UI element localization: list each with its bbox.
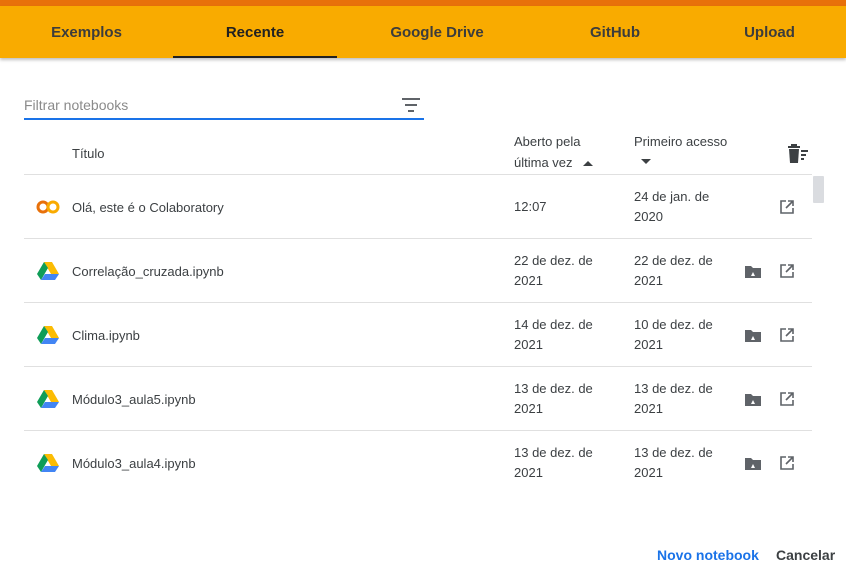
open-in-new-tab-icon[interactable] (779, 391, 795, 407)
filter-input[interactable] (24, 92, 384, 118)
sort-ascending-icon (582, 161, 593, 167)
last-opened-cell: 14 de dez. de 2021 (514, 303, 614, 367)
notebook-title[interactable]: Correlação_cruzada.ipynb (72, 239, 224, 303)
last-opened-cell: 22 de dez. de 2021 (514, 239, 614, 303)
last-opened-line1: 12:07 (514, 199, 547, 214)
clear-recent-trash-icon[interactable] (786, 144, 810, 164)
column-header-title[interactable]: Título (72, 143, 105, 164)
cancel-button[interactable]: Cancelar (776, 540, 835, 570)
tab-upload[interactable]: Upload (693, 6, 846, 58)
drive-folder-icon[interactable] (744, 263, 762, 279)
tab-recente[interactable]: Recente (173, 6, 337, 58)
google-drive-icon (37, 390, 59, 408)
tab-github[interactable]: GitHub (537, 6, 693, 58)
column-header-last-opened[interactable]: Aberto pela última vez (514, 131, 614, 173)
new-notebook-button[interactable]: Novo notebook (657, 540, 759, 570)
first-access-line2: 2021 (634, 273, 663, 288)
tab-exemplos[interactable]: Exemplos (0, 6, 173, 58)
table-row[interactable]: Módulo3_aula5.ipynb 13 de dez. de 2021 13… (24, 367, 812, 431)
column-header-first-access[interactable]: Primeiro acesso (634, 131, 744, 164)
drive-folder-icon[interactable] (744, 327, 762, 343)
first-access-line2: 2021 (634, 465, 663, 480)
open-notebook-dialog: Exemplos Recente Google Drive GitHub Upl… (0, 0, 846, 582)
column-header-last-opened-line1: Aberto pela (514, 134, 581, 149)
google-drive-icon (37, 262, 59, 280)
first-access-line1: 10 de dez. de (634, 317, 713, 332)
last-opened-line1: 22 de dez. de (514, 253, 593, 268)
last-opened-line2: 2021 (514, 273, 543, 288)
notebook-title[interactable]: Clima.ipynb (72, 303, 140, 367)
first-access-line2: 2021 (634, 401, 663, 416)
google-drive-icon (37, 454, 59, 472)
last-opened-line1: 13 de dez. de (514, 445, 593, 460)
open-in-new-tab-icon[interactable] (779, 199, 795, 215)
first-access-line1: 22 de dez. de (634, 253, 713, 268)
table-row[interactable]: Módulo3_aula4.ipynb 13 de dez. de 2021 13… (24, 431, 812, 495)
list-scrollbar-thumb[interactable] (813, 176, 824, 203)
first-access-line1: 13 de dez. de (634, 445, 713, 460)
column-header-last-opened-line2-text: última vez (514, 155, 573, 170)
last-opened-line2: 2021 (514, 337, 543, 352)
open-in-new-tab-icon[interactable] (779, 327, 795, 343)
last-opened-line1: 14 de dez. de (514, 317, 593, 332)
first-access-cell: 10 de dez. de 2021 (634, 303, 734, 367)
last-opened-line1: 13 de dez. de (514, 381, 593, 396)
last-opened-cell: 13 de dez. de 2021 (514, 367, 614, 431)
drive-folder-icon[interactable] (744, 391, 762, 407)
last-opened-line2: 2021 (514, 401, 543, 416)
notebook-title[interactable]: Módulo3_aula5.ipynb (72, 367, 196, 431)
notebook-list: Olá, este é o Colaboratory 12:07 24 de j… (24, 175, 812, 495)
table-row[interactable]: Clima.ipynb 14 de dez. de 2021 10 de dez.… (24, 303, 812, 367)
colab-logo-icon (36, 200, 60, 214)
first-access-line2: 2021 (634, 337, 663, 352)
last-opened-cell: 13 de dez. de 2021 (514, 431, 614, 495)
drive-folder-icon[interactable] (744, 455, 762, 471)
first-access-line1: 24 de jan. de (634, 189, 710, 204)
column-header-first-access-label: Primeiro acesso (634, 134, 728, 149)
notebook-title[interactable]: Olá, este é o Colaboratory (72, 175, 224, 239)
filter-icon[interactable] (402, 98, 420, 112)
first-access-cell: 13 de dez. de 2021 (634, 431, 734, 495)
open-in-new-tab-icon[interactable] (779, 263, 795, 279)
tab-google-drive[interactable]: Google Drive (337, 6, 537, 58)
first-access-cell: 13 de dez. de 2021 (634, 367, 734, 431)
first-access-cell: 22 de dez. de 2021 (634, 239, 734, 303)
last-opened-line2: 2021 (514, 465, 543, 480)
column-header-last-opened-line2: última vez (514, 152, 614, 173)
table-row[interactable]: Olá, este é o Colaboratory 12:07 24 de j… (24, 175, 812, 239)
last-opened-cell: 12:07 (514, 175, 614, 239)
first-access-line2: 2020 (634, 209, 663, 224)
google-drive-icon (37, 326, 59, 344)
sort-descending-icon (641, 159, 651, 164)
filter-field (24, 92, 424, 120)
tab-bar: Exemplos Recente Google Drive GitHub Upl… (0, 6, 846, 58)
notebook-title[interactable]: Módulo3_aula4.ipynb (72, 431, 196, 495)
open-in-new-tab-icon[interactable] (779, 455, 795, 471)
table-row[interactable]: Correlação_cruzada.ipynb 22 de dez. de 20… (24, 239, 812, 303)
first-access-cell: 24 de jan. de 2020 (634, 175, 734, 239)
first-access-line1: 13 de dez. de (634, 381, 713, 396)
